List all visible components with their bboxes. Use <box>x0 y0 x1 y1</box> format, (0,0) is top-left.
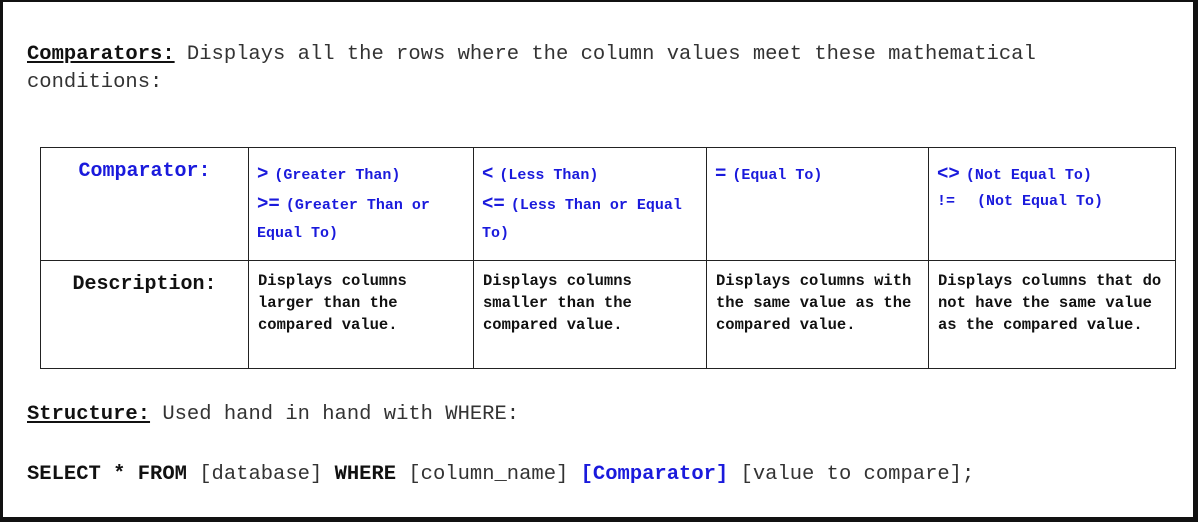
operator-symbol: < <box>482 163 494 185</box>
operator-item: != (Not Equal To) <box>937 190 1167 214</box>
structure-label: Structure: <box>27 403 151 426</box>
sql-comparator-placeholder: [Comparator] <box>580 463 729 486</box>
comparator-header: Comparator: <box>40 147 249 261</box>
sql-where-keyword: WHERE <box>334 463 397 486</box>
structure-paragraph: Structure: Used hand in hand with WHERE: <box>27 403 519 426</box>
operator-name: (Less Than) <box>499 167 599 184</box>
operator-symbol: >= <box>257 193 280 215</box>
sql-value-placeholder: [value to compare]; <box>728 463 975 486</box>
sql-column-placeholder: [column_name] <box>396 463 581 486</box>
intro-text: Displays all the rows where the column v… <box>27 43 1036 94</box>
description-header: Description: <box>40 260 249 369</box>
operator-item: = (Equal To) <box>715 160 920 190</box>
operator-item: < (Less Than) <box>482 160 698 190</box>
sql-select-keyword: SELECT * FROM <box>27 463 187 486</box>
intro-paragraph: Comparators: Displays all the rows where… <box>27 41 1147 97</box>
comparator-row: Comparator: > (Greater Than) >= (Greater T… <box>40 147 1176 261</box>
operator-name: (Less Than or Equal To) <box>482 197 682 242</box>
operator-name: (Greater Than) <box>274 167 401 184</box>
operator-name: (Not Equal To) <box>965 167 1092 184</box>
document-frame: Comparators: Displays all the rows where… <box>0 0 1198 522</box>
operator-symbol: != <box>937 193 956 210</box>
operator-symbol: = <box>715 163 727 185</box>
description-cell: Displays columns larger than the compare… <box>248 260 474 369</box>
comparator-table: Comparator: > (Greater Than) >= (Greater T… <box>40 147 1176 369</box>
sql-syntax-line: SELECT * FROM [database] WHERE [column_n… <box>27 463 974 486</box>
operator-name: (Equal To) <box>732 167 823 184</box>
operator-symbol: > <box>257 163 269 185</box>
description-row: Description: Displays columns larger tha… <box>40 260 1176 369</box>
description-cell: Displays columns with the same value as … <box>706 260 929 369</box>
operator-symbol: <> <box>937 163 960 185</box>
operator-item: <= (Less Than or Equal To) <box>482 190 698 248</box>
operator-cell-less: < (Less Than) <= (Less Than or Equal To) <box>473 147 707 261</box>
structure-text: Used hand in hand with WHERE: <box>150 403 520 426</box>
operator-item: > (Greater Than) <box>257 160 465 190</box>
operator-cell-not-equal: <> (Not Equal To) != (Not Equal To) <box>928 147 1176 261</box>
description-cell: Displays columns that do not have the sa… <box>928 260 1176 369</box>
operator-item: <> (Not Equal To) <box>937 160 1167 190</box>
operator-item: >= (Greater Than or Equal To) <box>257 190 465 248</box>
operator-cell-greater: > (Greater Than) >= (Greater Than or Equal… <box>248 147 474 261</box>
sql-database-placeholder: [database] <box>186 463 335 486</box>
operator-name: (Greater Than or Equal To) <box>257 197 430 242</box>
description-cell: Displays columns smaller than the compar… <box>473 260 707 369</box>
operator-name: (Not Equal To) <box>977 193 1104 210</box>
comparators-label: Comparators: <box>27 43 175 66</box>
operator-cell-equal: = (Equal To) <box>706 147 929 261</box>
operator-symbol: <= <box>482 193 505 215</box>
